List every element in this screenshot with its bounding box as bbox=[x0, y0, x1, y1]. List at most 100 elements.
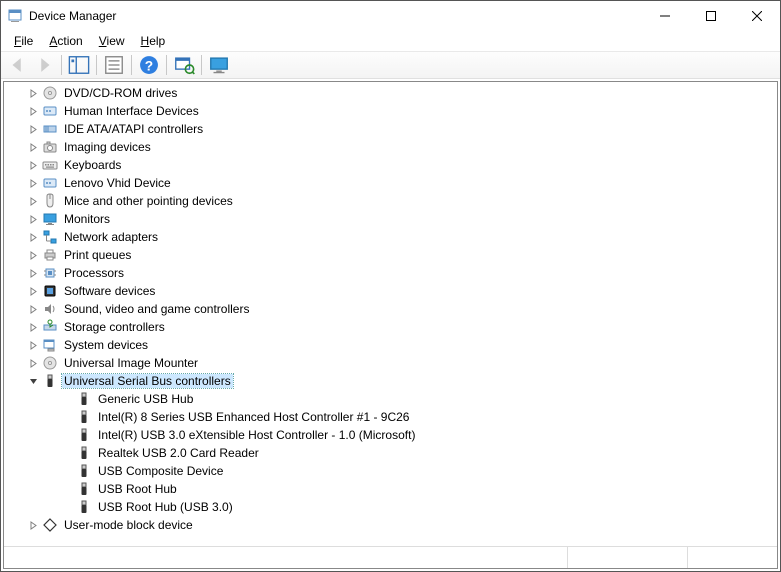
toolbar-help-button[interactable]: ? bbox=[137, 53, 161, 77]
tree-category-row[interactable]: System devices bbox=[4, 336, 777, 354]
tree-category-row[interactable]: Lenovo Vhid Device bbox=[4, 174, 777, 192]
tree-device-row[interactable]: Generic USB Hub bbox=[4, 390, 777, 408]
menu-view[interactable]: View bbox=[92, 33, 132, 49]
titlebar[interactable]: Device Manager bbox=[1, 1, 780, 31]
chevron-right-icon[interactable] bbox=[26, 320, 40, 334]
tree-category-row[interactable]: Sound, video and game controllers bbox=[4, 300, 777, 318]
tree-category-label: Print queues bbox=[62, 248, 133, 262]
chevron-right-icon[interactable] bbox=[26, 122, 40, 136]
tree-category-label: Universal Serial Bus controllers bbox=[62, 374, 233, 388]
minimize-button[interactable] bbox=[642, 1, 688, 31]
monitor-icon bbox=[42, 211, 58, 227]
usb-icon bbox=[76, 463, 92, 479]
tree-category-row[interactable]: Processors bbox=[4, 264, 777, 282]
toolbar-properties-button[interactable] bbox=[102, 53, 126, 77]
toolbar-separator bbox=[96, 55, 97, 75]
hid-icon bbox=[42, 175, 58, 191]
tree-category-row[interactable]: Storage controllers bbox=[4, 318, 777, 336]
device-manager-window: Device Manager File Action View Help bbox=[0, 0, 781, 572]
tree-device-label: USB Root Hub bbox=[96, 482, 179, 496]
tree-device-row[interactable]: USB Root Hub bbox=[4, 480, 777, 498]
content-pane: DVD/CD-ROM drives Human Interface Devices… bbox=[3, 81, 778, 569]
tree-device-row[interactable]: Intel(R) USB 3.0 eXtensible Host Control… bbox=[4, 426, 777, 444]
toolbar: ? bbox=[1, 51, 780, 79]
tree-device-label: Intel(R) 8 Series USB Enhanced Host Cont… bbox=[96, 410, 411, 424]
statusbar-cell bbox=[567, 546, 687, 568]
expander-none bbox=[60, 464, 74, 478]
chevron-right-icon[interactable] bbox=[26, 158, 40, 172]
tree-category-row[interactable]: User-mode block device bbox=[4, 516, 777, 534]
toolbar-separator bbox=[131, 55, 132, 75]
chevron-right-icon[interactable] bbox=[26, 140, 40, 154]
hid-icon bbox=[42, 103, 58, 119]
chevron-right-icon[interactable] bbox=[26, 176, 40, 190]
chevron-right-icon[interactable] bbox=[26, 230, 40, 244]
chevron-right-icon[interactable] bbox=[26, 518, 40, 532]
tree-device-row[interactable]: USB Composite Device bbox=[4, 462, 777, 480]
tree-device-label: Realtek USB 2.0 Card Reader bbox=[96, 446, 261, 460]
tree-category-row[interactable]: Print queues bbox=[4, 246, 777, 264]
tree-category-row[interactable]: DVD/CD-ROM drives bbox=[4, 84, 777, 102]
chevron-right-icon[interactable] bbox=[26, 356, 40, 370]
system-icon bbox=[42, 337, 58, 353]
toolbar-separator bbox=[166, 55, 167, 75]
chevron-right-icon[interactable] bbox=[26, 338, 40, 352]
device-tree[interactable]: DVD/CD-ROM drives Human Interface Devices… bbox=[4, 82, 777, 546]
tree-category-row[interactable]: IDE ATA/ATAPI controllers bbox=[4, 120, 777, 138]
menu-file[interactable]: File bbox=[7, 33, 40, 49]
tree-category-label: User-mode block device bbox=[62, 518, 195, 532]
statusbar-cell bbox=[687, 546, 777, 568]
chevron-right-icon[interactable] bbox=[26, 284, 40, 298]
tree-category-row[interactable]: Software devices bbox=[4, 282, 777, 300]
toolbar-forward-button[interactable] bbox=[32, 53, 56, 77]
chevron-right-icon[interactable] bbox=[26, 212, 40, 226]
chevron-right-icon[interactable] bbox=[26, 86, 40, 100]
tree-device-row[interactable]: Realtek USB 2.0 Card Reader bbox=[4, 444, 777, 462]
tree-category-row[interactable]: Network adapters bbox=[4, 228, 777, 246]
close-button[interactable] bbox=[734, 1, 780, 31]
toolbar-console-tree-button[interactable] bbox=[67, 53, 91, 77]
app-icon bbox=[7, 8, 23, 24]
menu-help[interactable]: Help bbox=[134, 33, 173, 49]
tree-category-label: DVD/CD-ROM drives bbox=[62, 86, 179, 100]
toolbar-scan-button[interactable] bbox=[172, 53, 196, 77]
tree-device-label: Generic USB Hub bbox=[96, 392, 195, 406]
tree-category-label: IDE ATA/ATAPI controllers bbox=[62, 122, 205, 136]
tree-category-row[interactable]: Imaging devices bbox=[4, 138, 777, 156]
tree-category-row[interactable]: Mice and other pointing devices bbox=[4, 192, 777, 210]
network-icon bbox=[42, 229, 58, 245]
chevron-right-icon[interactable] bbox=[26, 194, 40, 208]
tree-category-row[interactable]: Universal Serial Bus controllers bbox=[4, 372, 777, 390]
toolbar-back-button[interactable] bbox=[6, 53, 30, 77]
tree-category-label: System devices bbox=[62, 338, 150, 352]
printer-icon bbox=[42, 247, 58, 263]
tree-category-label: Monitors bbox=[62, 212, 112, 226]
tree-category-row[interactable]: Monitors bbox=[4, 210, 777, 228]
menubar: File Action View Help bbox=[1, 31, 780, 51]
maximize-button[interactable] bbox=[688, 1, 734, 31]
chevron-right-icon[interactable] bbox=[26, 266, 40, 280]
mouse-icon bbox=[42, 193, 58, 209]
chevron-right-icon[interactable] bbox=[26, 104, 40, 118]
window-controls bbox=[642, 1, 780, 31]
tree-category-label: Imaging devices bbox=[62, 140, 153, 154]
chevron-right-icon[interactable] bbox=[26, 248, 40, 262]
usb-icon bbox=[42, 373, 58, 389]
tree-device-label: USB Root Hub (USB 3.0) bbox=[96, 500, 235, 514]
tree-category-label: Network adapters bbox=[62, 230, 160, 244]
menu-action[interactable]: Action bbox=[42, 33, 89, 49]
tree-device-row[interactable]: USB Root Hub (USB 3.0) bbox=[4, 498, 777, 516]
toolbar-monitor-button[interactable] bbox=[207, 53, 231, 77]
tree-device-row[interactable]: Intel(R) 8 Series USB Enhanced Host Cont… bbox=[4, 408, 777, 426]
expander-none bbox=[60, 500, 74, 514]
tree-category-row[interactable]: Universal Image Mounter bbox=[4, 354, 777, 372]
disc-icon bbox=[42, 355, 58, 371]
tree-category-row[interactable]: Human Interface Devices bbox=[4, 102, 777, 120]
chevron-down-icon[interactable] bbox=[26, 374, 40, 388]
usb-icon bbox=[76, 409, 92, 425]
usb-icon bbox=[76, 481, 92, 497]
expander-none bbox=[60, 482, 74, 496]
tree-category-row[interactable]: Keyboards bbox=[4, 156, 777, 174]
expander-none bbox=[60, 446, 74, 460]
chevron-right-icon[interactable] bbox=[26, 302, 40, 316]
